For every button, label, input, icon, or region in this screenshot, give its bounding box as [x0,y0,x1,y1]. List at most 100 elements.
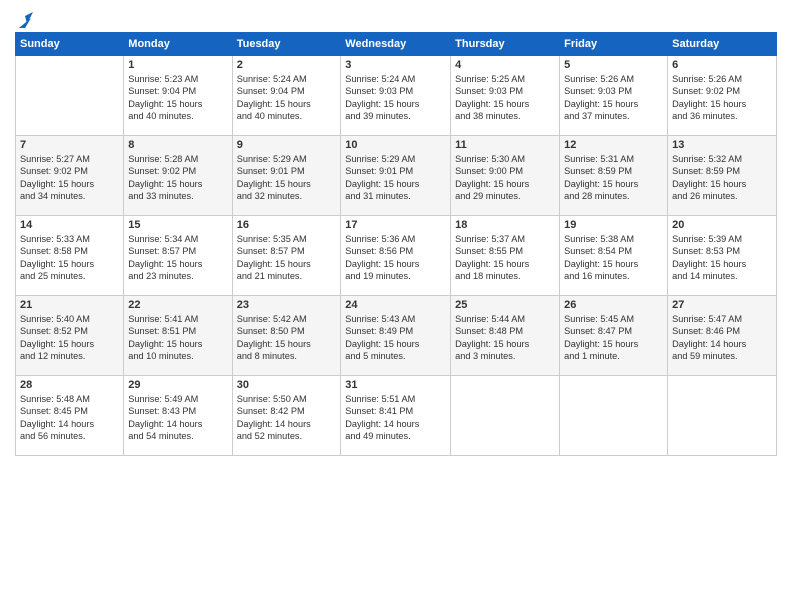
day-info: Sunrise: 5:39 AM Sunset: 8:53 PM Dayligh… [672,233,772,283]
day-info: Sunrise: 5:26 AM Sunset: 9:03 PM Dayligh… [564,73,663,123]
day-number: 27 [672,299,772,311]
day-number: 24 [345,299,446,311]
day-number: 25 [455,299,555,311]
column-header-saturday: Saturday [668,33,777,56]
calendar-cell [451,376,560,456]
day-number: 21 [20,299,119,311]
day-number: 12 [564,139,663,151]
day-info: Sunrise: 5:30 AM Sunset: 9:00 PM Dayligh… [455,153,555,203]
day-number: 2 [237,59,337,71]
calendar-page: SundayMondayTuesdayWednesdayThursdayFrid… [0,0,792,612]
day-info: Sunrise: 5:34 AM Sunset: 8:57 PM Dayligh… [128,233,227,283]
day-number: 22 [128,299,227,311]
column-header-sunday: Sunday [16,33,124,56]
calendar-cell: 16Sunrise: 5:35 AM Sunset: 8:57 PM Dayli… [232,216,341,296]
day-info: Sunrise: 5:26 AM Sunset: 9:02 PM Dayligh… [672,73,772,123]
calendar-cell: 5 Sunrise: 5:26 AM Sunset: 9:03 PM Daylig… [560,56,668,136]
logo-bird-icon [17,10,33,30]
day-number: 19 [564,219,663,231]
calendar-cell: 15Sunrise: 5:34 AM Sunset: 8:57 PM Dayli… [124,216,232,296]
calendar-cell: 24 Sunrise: 5:43 AM Sunset: 8:49 PM Dayli… [341,296,451,376]
calendar-cell [668,376,777,456]
calendar-cell: 10 Sunrise: 5:29 AM Sunset: 9:01 PM Dayli… [341,136,451,216]
day-info: Sunrise: 5:25 AM Sunset: 9:03 PM Dayligh… [455,73,555,123]
calendar-cell: 6 Sunrise: 5:26 AM Sunset: 9:02 PM Daylig… [668,56,777,136]
day-info: Sunrise: 5:31 AM Sunset: 8:59 PM Dayligh… [564,153,663,203]
day-info: Sunrise: 5:33 AM Sunset: 8:58 PM Dayligh… [20,233,119,283]
calendar-table: SundayMondayTuesdayWednesdayThursdayFrid… [15,32,777,456]
column-header-thursday: Thursday [451,33,560,56]
calendar-cell [16,56,124,136]
day-info: Sunrise: 5:44 AM Sunset: 8:48 PM Dayligh… [455,313,555,363]
calendar-cell: 9 Sunrise: 5:29 AM Sunset: 9:01 PM Daylig… [232,136,341,216]
day-info: Sunrise: 5:41 AM Sunset: 8:51 PM Dayligh… [128,313,227,363]
column-header-tuesday: Tuesday [232,33,341,56]
day-info: Sunrise: 5:35 AM Sunset: 8:57 PM Dayligh… [237,233,337,283]
calendar-cell: 19Sunrise: 5:38 AM Sunset: 8:54 PM Dayli… [560,216,668,296]
calendar-cell: 28Sunrise: 5:48 AM Sunset: 8:45 PM Dayli… [16,376,124,456]
day-number: 10 [345,139,446,151]
day-info: Sunrise: 5:24 AM Sunset: 9:03 PM Dayligh… [345,73,446,123]
calendar-cell: 2 Sunrise: 5:24 AM Sunset: 9:04 PM Daylig… [232,56,341,136]
column-header-wednesday: Wednesday [341,33,451,56]
day-number: 20 [672,219,772,231]
day-number: 30 [237,379,337,391]
day-number: 11 [455,139,555,151]
day-info: Sunrise: 5:49 AM Sunset: 8:43 PM Dayligh… [128,393,227,443]
day-number: 18 [455,219,555,231]
calendar-cell: 18 Sunrise: 5:37 AM Sunset: 8:55 PM Dayli… [451,216,560,296]
day-info: Sunrise: 5:32 AM Sunset: 8:59 PM Dayligh… [672,153,772,203]
calendar-cell: 17 Sunrise: 5:36 AM Sunset: 8:56 PM Dayli… [341,216,451,296]
day-number: 31 [345,379,446,391]
day-number: 5 [564,59,663,71]
calendar-cell [560,376,668,456]
column-header-monday: Monday [124,33,232,56]
calendar-cell: 4 Sunrise: 5:25 AM Sunset: 9:03 PM Daylig… [451,56,560,136]
day-info: Sunrise: 5:37 AM Sunset: 8:55 PM Dayligh… [455,233,555,283]
calendar-cell: 31 Sunrise: 5:51 AM Sunset: 8:41 PM Dayli… [341,376,451,456]
day-number: 4 [455,59,555,71]
calendar-cell: 3 Sunrise: 5:24 AM Sunset: 9:03 PM Daylig… [341,56,451,136]
day-number: 8 [128,139,227,151]
column-header-friday: Friday [560,33,668,56]
logo [15,10,33,26]
day-number: 9 [237,139,337,151]
day-info: Sunrise: 5:47 AM Sunset: 8:46 PM Dayligh… [672,313,772,363]
day-number: 29 [128,379,227,391]
calendar-cell: 7Sunrise: 5:27 AM Sunset: 9:02 PM Daylig… [16,136,124,216]
day-info: Sunrise: 5:36 AM Sunset: 8:56 PM Dayligh… [345,233,446,283]
calendar-cell: 13 Sunrise: 5:32 AM Sunset: 8:59 PM Dayli… [668,136,777,216]
calendar-cell: 30 Sunrise: 5:50 AM Sunset: 8:42 PM Dayli… [232,376,341,456]
calendar-cell: 26 Sunrise: 5:45 AM Sunset: 8:47 PM Dayli… [560,296,668,376]
calendar-cell: 11 Sunrise: 5:30 AM Sunset: 9:00 PM Dayli… [451,136,560,216]
header [15,10,777,26]
day-info: Sunrise: 5:29 AM Sunset: 9:01 PM Dayligh… [345,153,446,203]
day-info: Sunrise: 5:29 AM Sunset: 9:01 PM Dayligh… [237,153,337,203]
day-info: Sunrise: 5:51 AM Sunset: 8:41 PM Dayligh… [345,393,446,443]
calendar-cell: 21 Sunrise: 5:40 AM Sunset: 8:52 PM Dayli… [16,296,124,376]
calendar-cell: 8 Sunrise: 5:28 AM Sunset: 9:02 PM Daylig… [124,136,232,216]
day-info: Sunrise: 5:48 AM Sunset: 8:45 PM Dayligh… [20,393,119,443]
calendar-cell: 29 Sunrise: 5:49 AM Sunset: 8:43 PM Dayli… [124,376,232,456]
day-info: Sunrise: 5:40 AM Sunset: 8:52 PM Dayligh… [20,313,119,363]
day-number: 13 [672,139,772,151]
day-number: 14 [20,219,119,231]
day-info: Sunrise: 5:23 AM Sunset: 9:04 PM Dayligh… [128,73,227,123]
day-number: 3 [345,59,446,71]
day-number: 6 [672,59,772,71]
day-number: 26 [564,299,663,311]
day-number: 17 [345,219,446,231]
calendar-cell: 1 Sunrise: 5:23 AM Sunset: 9:04 PM Daylig… [124,56,232,136]
day-info: Sunrise: 5:45 AM Sunset: 8:47 PM Dayligh… [564,313,663,363]
day-number: 1 [128,59,227,71]
day-info: Sunrise: 5:43 AM Sunset: 8:49 PM Dayligh… [345,313,446,363]
day-info: Sunrise: 5:24 AM Sunset: 9:04 PM Dayligh… [237,73,337,123]
day-info: Sunrise: 5:27 AM Sunset: 9:02 PM Dayligh… [20,153,119,203]
calendar-cell: 23Sunrise: 5:42 AM Sunset: 8:50 PM Dayli… [232,296,341,376]
day-info: Sunrise: 5:42 AM Sunset: 8:50 PM Dayligh… [237,313,337,363]
calendar-cell: 20 Sunrise: 5:39 AM Sunset: 8:53 PM Dayli… [668,216,777,296]
day-info: Sunrise: 5:28 AM Sunset: 9:02 PM Dayligh… [128,153,227,203]
calendar-cell: 22 Sunrise: 5:41 AM Sunset: 8:51 PM Dayli… [124,296,232,376]
day-info: Sunrise: 5:50 AM Sunset: 8:42 PM Dayligh… [237,393,337,443]
calendar-cell: 27 Sunrise: 5:47 AM Sunset: 8:46 PM Dayli… [668,296,777,376]
